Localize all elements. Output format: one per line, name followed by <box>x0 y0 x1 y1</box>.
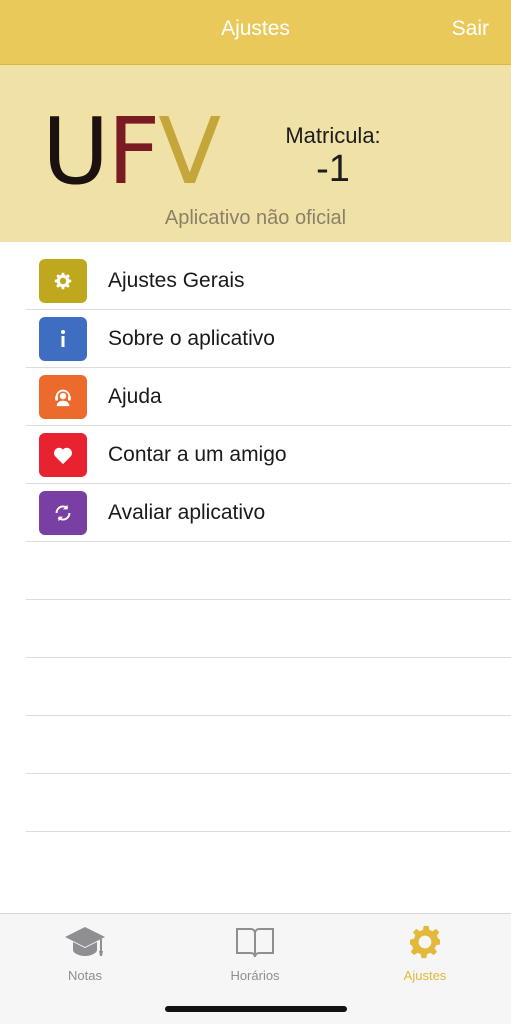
logo-letter-u: U <box>42 98 109 205</box>
menu-item-avaliar[interactable]: Avaliar aplicativo <box>0 484 511 542</box>
refresh-icon <box>39 491 87 535</box>
logout-button[interactable]: Sair <box>452 17 489 41</box>
unofficial-app-notice: Aplicativo não oficial <box>164 207 347 229</box>
info-icon <box>39 317 87 361</box>
empty-row <box>0 600 511 658</box>
navigation-bar: Ajustes Sair <box>0 0 511 65</box>
profile-header: UFV Matricula: -1 Aplicativo não oficial <box>0 65 511 242</box>
menu-item-label: Avaliar aplicativo <box>108 501 266 524</box>
tab-ajustes[interactable]: Ajustes <box>370 922 480 983</box>
menu-item-label: Sobre o aplicativo <box>108 327 275 350</box>
gear-icon <box>39 259 87 303</box>
matricula-value: -1 <box>316 148 350 190</box>
gear-icon <box>370 922 480 962</box>
empty-row <box>0 774 511 832</box>
heart-icon <box>39 433 87 477</box>
menu-item-label: Contar a um amigo <box>108 443 287 466</box>
matricula-label: Matricula: <box>285 123 381 148</box>
logo-letter-v: V <box>158 98 221 205</box>
tab-notas[interactable]: Notas <box>30 922 140 983</box>
tab-label: Horários <box>230 968 280 983</box>
menu-item-contar-amigo[interactable]: Contar a um amigo <box>0 426 511 484</box>
menu-item-label: Ajuda <box>108 385 162 408</box>
tab-horarios[interactable]: Horários <box>200 922 310 983</box>
empty-table-rows <box>0 542 511 832</box>
menu-item-label: Ajustes Gerais <box>108 269 245 292</box>
book-icon <box>200 922 310 962</box>
menu-item-sobre[interactable]: Sobre o aplicativo <box>0 310 511 368</box>
logo-letter-f: F <box>107 98 160 205</box>
graduation-cap-icon <box>30 922 140 962</box>
menu-item-ajustes-gerais[interactable]: Ajustes Gerais <box>0 252 511 310</box>
page-title: Ajustes <box>221 17 290 40</box>
ufv-logo: UFV <box>42 106 221 198</box>
home-indicator[interactable] <box>165 1006 347 1012</box>
tab-label: Ajustes <box>403 968 447 983</box>
tab-label: Notas <box>68 968 102 983</box>
empty-row <box>0 542 511 600</box>
empty-row <box>0 658 511 716</box>
support-agent-icon <box>39 375 87 419</box>
settings-menu: Ajustes Gerais Sobre o aplicativo Ajuda … <box>0 252 511 542</box>
menu-item-ajuda[interactable]: Ajuda <box>0 368 511 426</box>
empty-row <box>0 716 511 774</box>
